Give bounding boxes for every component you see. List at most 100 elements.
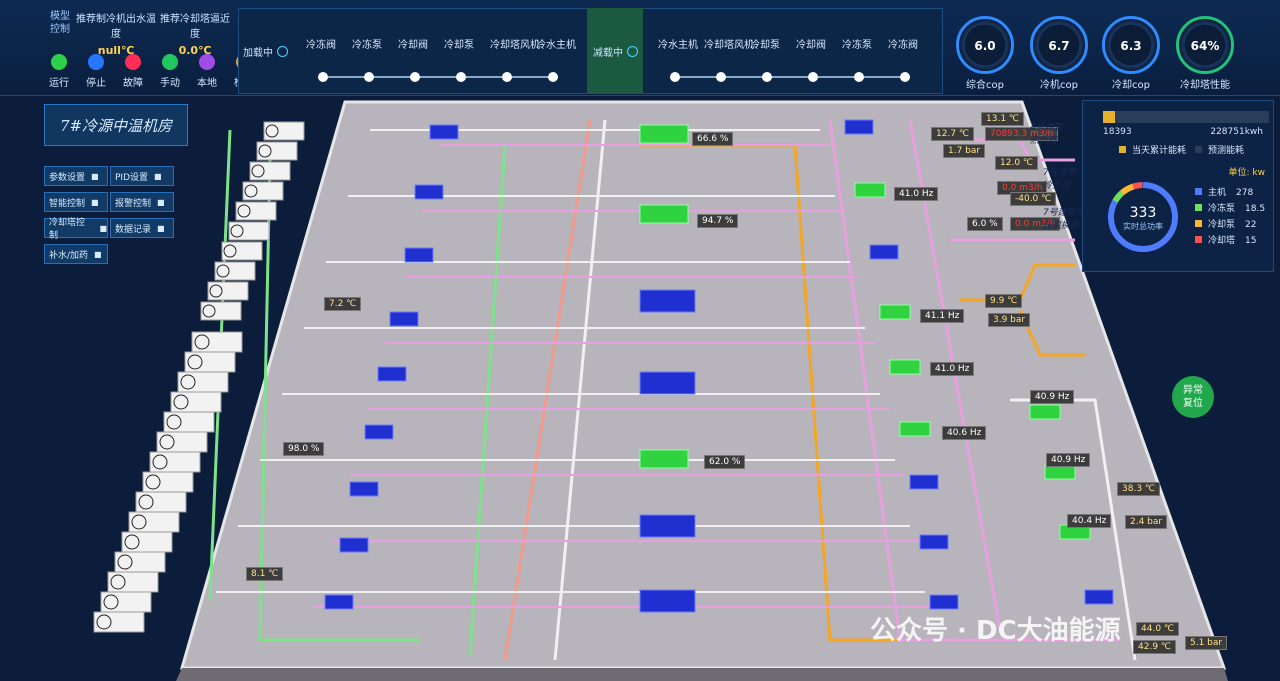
btn-4[interactable]: 冷却塔控制 ■ <box>44 218 108 241</box>
energy-item-value: 278 <box>1236 188 1254 198</box>
sensor-tag: 5.1 bar <box>1185 636 1228 650</box>
legend-pred-label: 预测能耗 <box>1208 146 1245 156</box>
sensor-tag: 9.9 ℃ <box>985 294 1023 308</box>
energy-right: 228751kwh <box>1210 127 1263 137</box>
energy-left: 18393 <box>1103 127 1132 137</box>
fan-tower <box>242 181 284 201</box>
fan-tower <box>214 261 256 281</box>
wrench-icon: ■ <box>91 171 99 181</box>
sensor-tag: 12.7 ℃ <box>931 127 975 141</box>
btn-label: 报警控制 <box>115 198 152 209</box>
fan-tower <box>221 241 263 261</box>
btn-6[interactable]: 补水/加药 ■ <box>44 244 108 264</box>
sensor-tag: 44.0 ℃ <box>1136 622 1180 636</box>
btn-0[interactable]: 参数设置 ■ <box>44 166 108 186</box>
chiller-unit <box>404 247 434 263</box>
fan-tower <box>263 121 305 141</box>
watermark: 公众号 · DC大油能源 <box>870 616 1121 646</box>
chiller-unit <box>909 474 939 490</box>
chiller-unit <box>364 424 394 440</box>
fan-tower <box>207 281 249 301</box>
energy-item-value: 18.5 <box>1245 204 1266 214</box>
energy-panel: 18393 228751kwh 当天累计能耗 预测能耗 单位: kw 333 实… <box>1082 100 1274 272</box>
sensor-tag: 3.9 bar <box>988 313 1031 327</box>
energy-item-label: 主机 <box>1208 188 1227 198</box>
sensor-tag: 41.1 Hz <box>920 309 965 323</box>
left-panel: 7#冷源中温机房 <box>44 104 188 146</box>
fan-tower <box>200 301 242 321</box>
sensor-tag: 42.9 ℃ <box>1133 640 1177 654</box>
shield-icon: ■ <box>157 197 165 207</box>
btn-2[interactable]: 智能控制 ■ <box>44 192 108 212</box>
sensor-tag: 40.9 Hz <box>1046 453 1091 467</box>
sensor-tag: 94.7 % <box>697 214 739 228</box>
total-power-label: 实时总功率 <box>1123 222 1163 231</box>
pie-icon: ■ <box>99 223 107 233</box>
legend-swatch <box>1195 204 1202 211</box>
chiller-unit <box>339 537 369 553</box>
sensor-tag: 40.4 Hz <box>1067 514 1112 528</box>
pump-unit <box>1044 464 1076 480</box>
chiller-unit <box>929 594 959 610</box>
chiller-unit <box>639 589 696 613</box>
legend-swatch <box>1195 236 1202 243</box>
chiller-unit <box>429 124 459 140</box>
energy-bar <box>1103 111 1269 123</box>
chiller-unit <box>639 514 696 538</box>
sensor-tag: 12.0 ℃ <box>995 156 1039 170</box>
energy-item-label: 冷却泵 <box>1208 220 1236 230</box>
chiller-unit <box>377 366 407 382</box>
sensor-tag: 6.0 % <box>967 217 1003 231</box>
building-label: 7号建筑空 压机换热 <box>1043 208 1085 231</box>
btn-3[interactable]: 报警控制 ■ <box>110 192 174 212</box>
link-icon: ■ <box>94 249 102 259</box>
chiller-unit <box>869 244 899 260</box>
sensor-tag: 66.6 % <box>692 132 734 146</box>
sensor-tag: 2.4 bar <box>1125 515 1168 529</box>
room-title: 7#冷源中温机房 <box>44 104 188 146</box>
chiller-unit <box>1084 589 1114 605</box>
legend-pred: 预测能耗 <box>1195 143 1244 156</box>
sensor-tag: -40.0 ℃ <box>1010 192 1057 206</box>
pump-unit <box>899 421 931 437</box>
energy-item-1: 冷冻泵 18.5 <box>1195 201 1265 214</box>
pump-unit <box>639 449 689 469</box>
energy-bar-fill <box>1103 111 1115 123</box>
floor-edge <box>176 668 1228 681</box>
pump-unit <box>1029 404 1061 420</box>
sensor-tag: 8.1 ℃ <box>246 567 284 581</box>
btn-label: 冷却塔控制 <box>49 218 86 241</box>
energy-item-value: 22 <box>1245 220 1257 230</box>
energy-item-3: 冷却塔 15 <box>1195 233 1256 246</box>
btn-5[interactable]: 数据记录 ■ <box>110 218 174 238</box>
energy-item-label: 冷却塔 <box>1208 236 1236 246</box>
refresh-icon: ■ <box>91 197 99 207</box>
total-power: 333 <box>1129 205 1157 221</box>
energy-item-label: 冷冻泵 <box>1208 204 1236 214</box>
btn-label: 智能控制 <box>49 198 86 209</box>
sensor-tag: 41.0 Hz <box>930 362 975 376</box>
chiller-unit <box>919 534 949 550</box>
sensor-tag: 1.7 bar <box>943 144 986 158</box>
fan-tower <box>235 201 277 221</box>
btn-1[interactable]: PID设置 ■ <box>110 166 174 186</box>
sensor-tag: 41.0 Hz <box>894 187 939 201</box>
fan-tower <box>249 161 291 181</box>
btn-label: PID设置 <box>115 172 149 183</box>
chiller-unit <box>389 311 419 327</box>
legend-today: 当天累计能耗 <box>1119 143 1186 156</box>
chiller-unit <box>639 371 696 395</box>
reset-button[interactable]: 异常 复位 <box>1172 376 1214 418</box>
chiller-unit <box>324 594 354 610</box>
sensor-tag: 98.0 % <box>283 442 325 456</box>
chiller-unit <box>844 119 874 135</box>
building-label: 7号建筑 冷负荷 <box>1043 168 1076 191</box>
sensor-tag: 40.6 Hz <box>942 426 987 440</box>
sensor-tag: 40.9 Hz <box>1030 390 1075 404</box>
energy-item-2: 冷却泵 22 <box>1195 217 1256 230</box>
pump-unit <box>854 182 886 198</box>
tool-icon: ■ <box>154 171 162 181</box>
btn-label: 数据记录 <box>115 224 152 235</box>
sensor-tag: 38.3 ℃ <box>1117 482 1161 496</box>
chiller-unit <box>639 289 696 313</box>
